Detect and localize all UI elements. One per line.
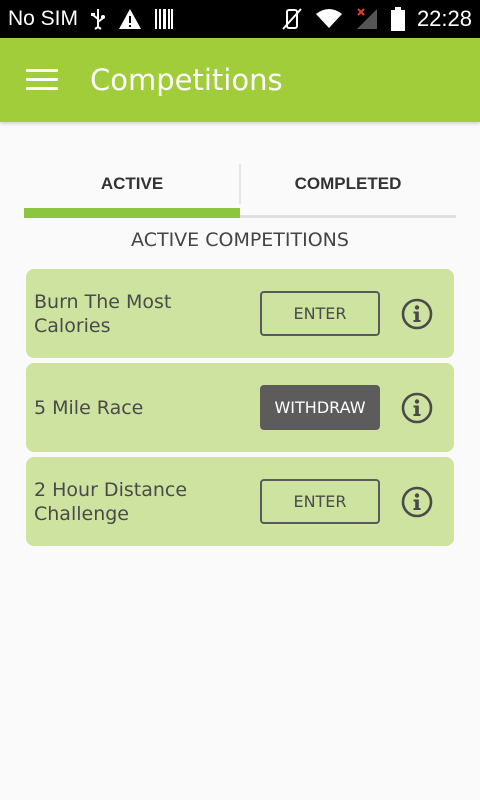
competition-card: Burn The Most Calories ENTER: [26, 269, 454, 358]
vibrate-mute-icon: [282, 8, 302, 30]
battery-icon: [390, 7, 405, 31]
competition-card: 2 Hour Distance Challenge ENTER: [26, 457, 454, 546]
carrier-text: No SIM: [8, 7, 79, 30]
enter-button[interactable]: ENTER: [260, 291, 380, 336]
section-title: ACTIVE COMPETITIONS: [131, 229, 349, 251]
usb-icon: [91, 9, 106, 30]
tab-completed[interactable]: COMPLETED: [240, 164, 456, 218]
tab-bar: ACTIVE COMPLETED: [24, 164, 456, 218]
competition-name: Burn The Most Calories: [34, 290, 172, 337]
tab-active[interactable]: ACTIVE: [24, 164, 240, 218]
competition-list: Burn The Most Calories ENTER 5 Mile Race…: [26, 269, 454, 551]
withdraw-button[interactable]: WITHDRAW: [260, 385, 380, 430]
app-bar: Competitions: [0, 38, 480, 122]
signal-off-icon: [356, 8, 377, 29]
competition-name: 2 Hour Distance Challenge: [34, 478, 188, 525]
barcode-icon: [155, 9, 174, 29]
info-icon[interactable]: [401, 392, 433, 424]
info-icon[interactable]: [401, 298, 433, 330]
status-bar: No SIM 22:28: [0, 0, 480, 38]
competition-card: 5 Mile Race WITHDRAW: [26, 363, 454, 452]
page-title: Competitions: [90, 63, 283, 97]
menu-icon[interactable]: [26, 69, 58, 91]
info-icon[interactable]: [401, 486, 433, 518]
competition-name: 5 Mile Race: [34, 396, 144, 419]
enter-button[interactable]: ENTER: [260, 479, 380, 524]
clock-text: 22:28: [416, 6, 472, 31]
warning-icon: [119, 9, 142, 29]
wifi-icon: [315, 9, 342, 28]
